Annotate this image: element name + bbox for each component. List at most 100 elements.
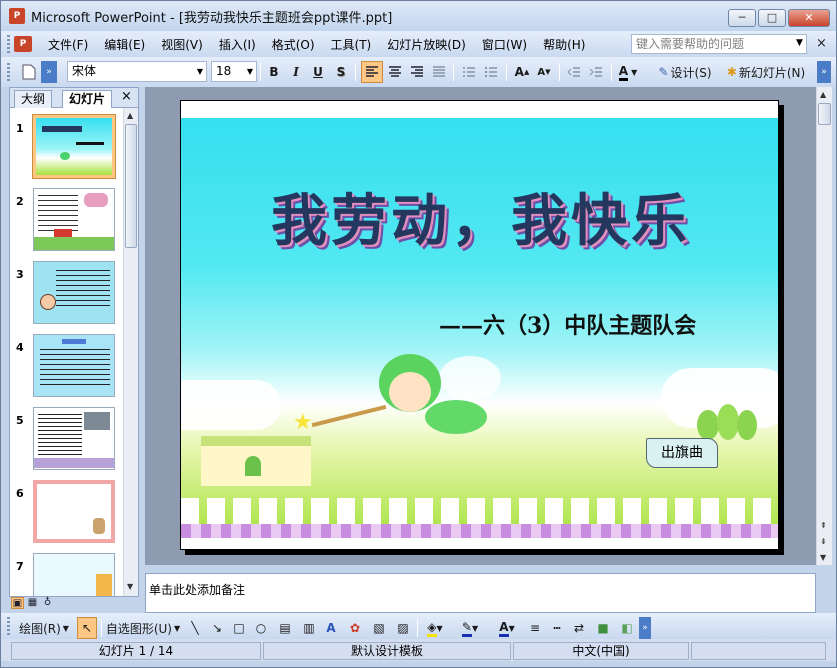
scrollbar-thumb[interactable]: [818, 103, 831, 125]
font-name-dropdown-icon[interactable]: ▼: [194, 61, 207, 82]
menu-edit[interactable]: 编辑(E): [96, 36, 153, 53]
increase-indent-icon[interactable]: [586, 61, 606, 83]
line-style-icon[interactable]: ≡: [525, 617, 545, 639]
formatting-toolbar: » 宋体 ▼ 18 ▼ B I U S A ▲ A ▼ A ▼ ✎ 设计(S) …: [1, 57, 836, 87]
slide-thumbnail-2[interactable]: 2: [10, 185, 122, 255]
line-color-icon[interactable]: ✎ ▼: [453, 617, 487, 639]
diagram-icon[interactable]: ✿: [345, 617, 365, 639]
menu-tools[interactable]: 工具(T): [323, 36, 380, 53]
menu-help[interactable]: 帮助(H): [535, 36, 593, 53]
menu-slideshow[interactable]: 幻灯片放映(D): [379, 36, 474, 53]
slide-editor: ★ 我劳动，我快乐 ——六（3）中队主题队会 出旗曲: [145, 87, 816, 565]
design-button[interactable]: ✎ 设计(S): [653, 61, 717, 83]
menu-window[interactable]: 窗口(W): [474, 36, 535, 53]
wordart-icon[interactable]: A: [321, 617, 341, 639]
minimize-button[interactable]: ─: [728, 9, 756, 27]
slide-thumbnail-4[interactable]: 4: [10, 331, 122, 401]
drawing-font-color-icon[interactable]: A ▼: [491, 617, 523, 639]
picture-icon[interactable]: ▨: [393, 617, 413, 639]
slides-pane-scrollbar[interactable]: ▲ ▼: [123, 108, 138, 596]
underline-button[interactable]: U: [309, 61, 327, 83]
slide-thumbnail-6[interactable]: 6: [10, 477, 122, 547]
numbering-icon[interactable]: [459, 61, 479, 83]
slide-subtitle[interactable]: ——六（3）中队主题队会: [439, 308, 696, 340]
tab-slides[interactable]: 幻灯片: [62, 90, 113, 108]
scroll-up-icon[interactable]: ▲: [127, 111, 133, 120]
textbox-icon[interactable]: ▤: [275, 617, 295, 639]
font-size-field[interactable]: 18: [211, 61, 245, 82]
restore-button[interactable]: □: [758, 9, 786, 27]
vertical-textbox-icon[interactable]: ▥: [299, 617, 319, 639]
fill-color-icon[interactable]: ◈ ▼: [421, 617, 449, 639]
slide-thumbnail-1[interactable]: 1: [10, 112, 122, 182]
decrease-font-size-icon[interactable]: A ▼: [534, 61, 554, 83]
scroll-up-icon[interactable]: ▲: [820, 90, 826, 99]
normal-view-icon[interactable]: ▣: [11, 597, 24, 609]
oval-icon[interactable]: ○: [251, 617, 271, 639]
flag-label-shape[interactable]: 出旗曲: [646, 438, 718, 468]
italic-button[interactable]: I: [287, 61, 305, 83]
new-document-icon[interactable]: [19, 61, 39, 83]
shadow-style-icon[interactable]: ■: [593, 617, 613, 639]
menu-view[interactable]: 视图(V): [153, 36, 211, 53]
tab-outline[interactable]: 大纲: [14, 90, 53, 108]
autoshapes-menu-button[interactable]: 自选图形(U) ▼: [105, 617, 181, 639]
slide-sorter-view-icon[interactable]: ▦: [26, 597, 39, 609]
draw-menu-button[interactable]: 绘图(R) ▼: [15, 617, 73, 639]
toolbar-options-icon[interactable]: »: [41, 61, 57, 83]
slide-title[interactable]: 我劳动，我快乐: [271, 176, 691, 257]
help-dropdown-icon[interactable]: ▼: [796, 38, 803, 48]
pane-close-button[interactable]: ×: [121, 89, 132, 104]
arrow-style-icon[interactable]: ⇄: [569, 617, 589, 639]
font-size-dropdown-icon[interactable]: ▼: [244, 61, 257, 82]
menu-format[interactable]: 格式(O): [264, 36, 323, 53]
menu-insert[interactable]: 插入(I): [211, 36, 264, 53]
clipart-icon[interactable]: ▧: [369, 617, 389, 639]
scroll-down-icon[interactable]: ▼: [820, 553, 826, 562]
toolbar-options-icon[interactable]: »: [639, 617, 651, 639]
close-button[interactable]: ✕: [788, 9, 830, 27]
previous-slide-icon[interactable]: ⇞: [820, 521, 827, 530]
slide-position-status: 幻灯片 1 / 14: [11, 642, 261, 660]
toolbar-options-icon[interactable]: »: [817, 61, 831, 83]
arrow-icon[interactable]: ↘: [207, 617, 227, 639]
scrollbar-thumb[interactable]: [125, 124, 137, 248]
bold-button[interactable]: B: [265, 61, 283, 83]
line-icon[interactable]: ╲: [185, 617, 205, 639]
justify-icon[interactable]: [429, 61, 449, 83]
select-pointer-icon[interactable]: ↖: [77, 617, 97, 639]
document-icon[interactable]: P: [14, 36, 32, 52]
current-slide[interactable]: ★ 我劳动，我快乐 ——六（3）中队主题队会 出旗曲: [180, 100, 779, 550]
increase-font-size-icon[interactable]: A ▲: [512, 61, 532, 83]
shadow-button[interactable]: S: [332, 61, 350, 83]
next-slide-icon[interactable]: ⇟: [820, 537, 827, 546]
dash-style-icon[interactable]: ┅: [547, 617, 567, 639]
rectangle-icon[interactable]: □: [229, 617, 249, 639]
3d-style-icon[interactable]: ◧: [617, 617, 637, 639]
document-close-button[interactable]: ×: [816, 36, 827, 51]
menu-file[interactable]: 文件(F): [40, 36, 96, 53]
toolbar-grip[interactable]: [7, 617, 10, 635]
scroll-down-icon[interactable]: ▼: [127, 582, 133, 591]
font-name-field[interactable]: 宋体: [67, 61, 195, 82]
align-left-icon[interactable]: [361, 61, 383, 83]
align-center-icon[interactable]: [385, 61, 405, 83]
align-right-icon[interactable]: [407, 61, 427, 83]
tree-shape: [697, 410, 719, 440]
editor-scrollbar[interactable]: ▲ ⇞ ⇟ ▼: [816, 87, 832, 565]
slide-thumbnail-5[interactable]: 5: [10, 404, 122, 474]
slide-thumbnail-3[interactable]: 3: [10, 258, 122, 328]
notes-pane[interactable]: 单击此处添加备注: [145, 573, 816, 613]
slideshow-view-icon[interactable]: ♁: [41, 597, 54, 609]
font-color-icon[interactable]: A ▼: [616, 61, 640, 83]
toolbar-grip[interactable]: [7, 63, 10, 81]
toolbar-grip[interactable]: [7, 35, 10, 53]
help-search-input[interactable]: 键入需要帮助的问题: [631, 34, 807, 54]
slide-thumbnail-7[interactable]: 7: [10, 550, 122, 596]
powerpoint-app-icon[interactable]: P: [9, 8, 25, 24]
cloud-shape: [181, 380, 281, 430]
new-slide-button[interactable]: ✱ 新幻灯片(N): [722, 61, 810, 83]
separator: [559, 63, 560, 81]
decrease-indent-icon[interactable]: [564, 61, 584, 83]
bullets-icon[interactable]: [481, 61, 501, 83]
